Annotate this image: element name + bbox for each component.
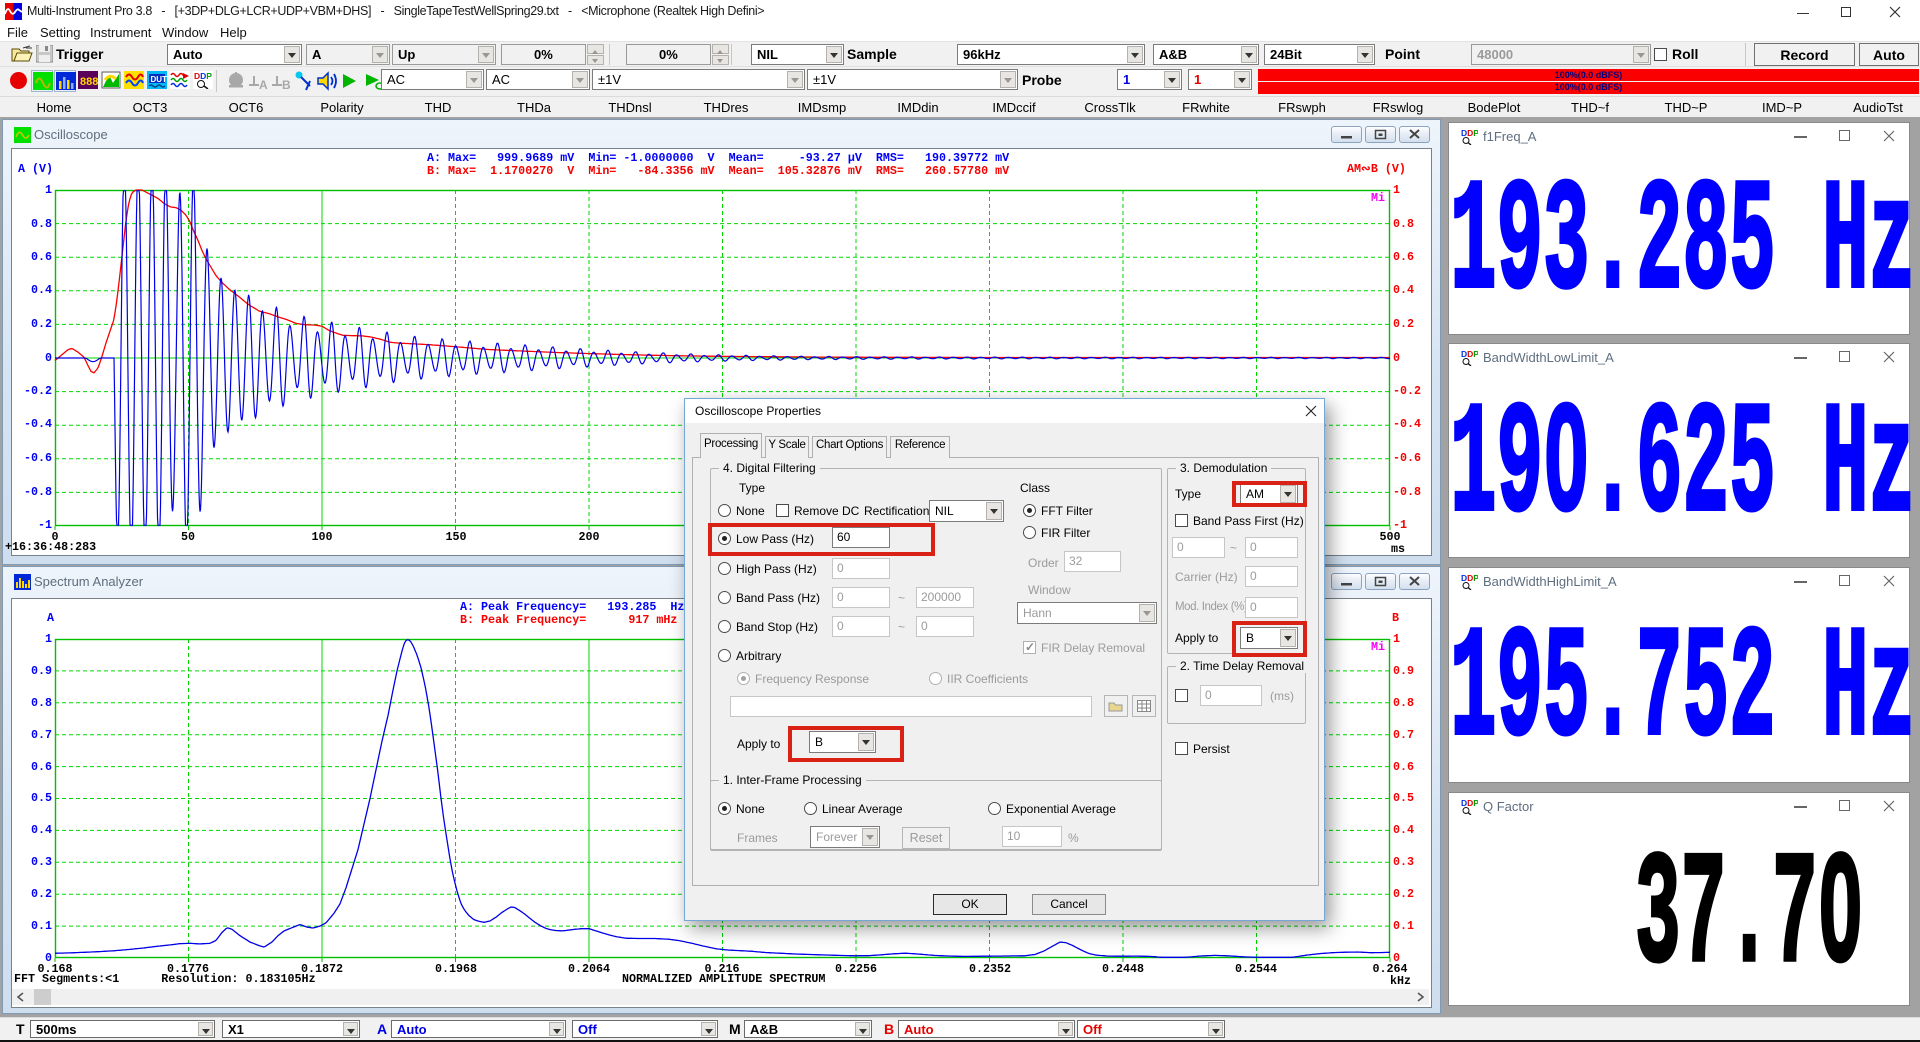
svg-text:B: B	[282, 78, 291, 91]
svg-text:DDP: DDP	[1461, 798, 1478, 808]
svg-text:888: 888	[80, 76, 98, 88]
svg-text:DDP: DDP	[1461, 573, 1478, 583]
svg-text:DDP: DDP	[194, 71, 212, 81]
svg-text:DUT: DUT	[151, 75, 168, 84]
svg-text:DDP: DDP	[1461, 349, 1478, 359]
svg-text:A: A	[259, 78, 268, 91]
svg-text:DDP: DDP	[1461, 128, 1478, 138]
